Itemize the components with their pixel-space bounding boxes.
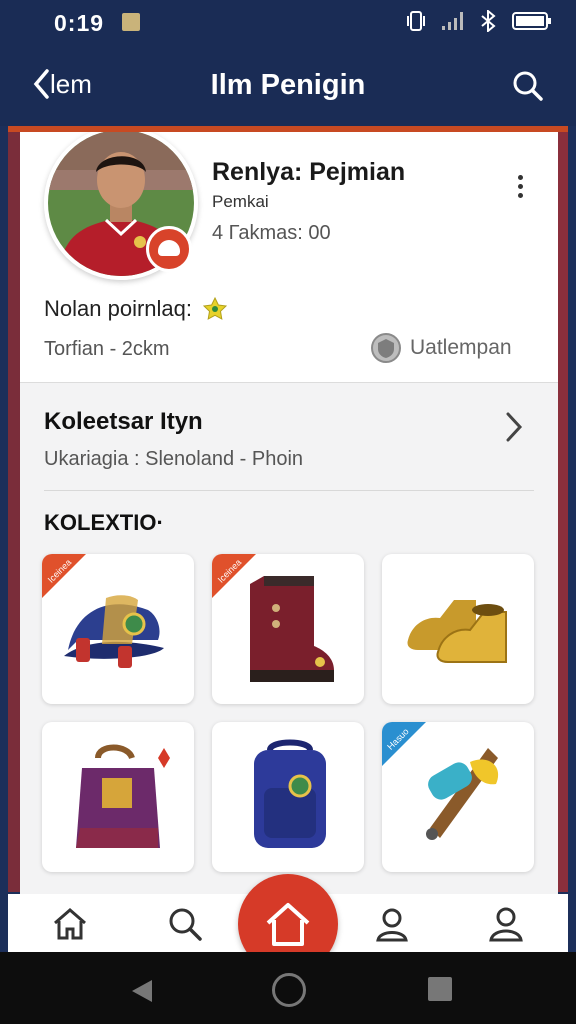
status-bar: 0:19 <box>0 0 576 48</box>
level-row: Nolan poirnlaq: <box>44 296 228 322</box>
item-tile-golden-shoes[interactable] <box>382 554 534 704</box>
recents-square-icon[interactable] <box>428 977 452 1001</box>
boot-icon <box>250 576 334 682</box>
search-icon <box>513 71 543 101</box>
profile-role: Pemkai <box>212 192 269 211</box>
item-tile-backpack[interactable] <box>212 722 364 872</box>
bag-icon <box>76 744 170 848</box>
level-label: Nolan poirnlaq: <box>44 296 192 321</box>
more-options-button[interactable] <box>510 172 530 212</box>
item-tile-cap[interactable]: Iceinea <box>42 554 194 704</box>
pen-tool-icon <box>426 748 499 840</box>
status-time: 0:19 <box>54 10 105 36</box>
item-tile-bag[interactable] <box>42 722 194 872</box>
back-triangle-icon[interactable] <box>130 978 154 1004</box>
page-title: Ilm Penigin <box>210 69 366 101</box>
system-nav-bar <box>0 952 576 1024</box>
profile-followers: 4 Гаkmas: 00 <box>212 222 331 244</box>
club-link[interactable]: Uatlempan <box>370 332 512 364</box>
app-bar: lem Ilm Penigin <box>0 48 576 126</box>
collection-title: Koleetsar Ityn <box>44 408 203 435</box>
avatar-badge <box>146 226 192 272</box>
search-icon <box>169 908 202 941</box>
item-tile-boot[interactable]: Iceinea <box>212 554 364 704</box>
search-button[interactable] <box>512 70 544 107</box>
home-circle-icon[interactable] <box>272 973 306 1007</box>
club-name: Uatlempan <box>410 336 512 359</box>
profile-card: Renlya: Pejmian Pemkai 4 Гаkmas: 00 Nola… <box>20 132 558 382</box>
item-tile-pen-tool[interactable]: Hasuo <box>382 722 534 872</box>
signal-icon <box>442 12 463 30</box>
side-decoration-right <box>558 132 568 892</box>
backpack-icon <box>254 739 326 848</box>
profile-icon <box>489 907 523 942</box>
cap-icon <box>64 595 164 668</box>
vibrate-icon <box>407 11 425 31</box>
status-icons <box>406 10 552 32</box>
shield-icon <box>371 333 401 363</box>
side-decoration-left <box>8 132 20 892</box>
section-title: KOLEXTIO· <box>44 510 164 535</box>
collection-subtitle: Ukariagia : Slenoland - Phoin <box>44 448 304 470</box>
bluetooth-icon <box>481 10 496 32</box>
battery-icon <box>512 12 551 30</box>
nav-home-small[interactable] <box>48 902 92 946</box>
home-icon <box>54 908 86 940</box>
chevron-right-icon <box>506 412 523 442</box>
nav-profile[interactable] <box>484 902 528 946</box>
profile-location: Torfian - 2ckm <box>44 338 170 360</box>
star-icon <box>202 296 228 320</box>
profile-sheet[interactable]: Renlya: Pejmian Pemkai 4 Гаkmas: 00 Nola… <box>20 132 558 894</box>
divider <box>44 490 534 491</box>
divider <box>20 382 558 383</box>
nav-friends[interactable] <box>370 902 414 946</box>
home-icon <box>266 903 310 946</box>
nav-search[interactable] <box>163 902 207 946</box>
person-icon <box>376 908 408 942</box>
collection-header[interactable]: Koleetsar Ityn Ukariagia : Slenoland - P… <box>20 384 558 488</box>
profile-name: Renlya: Pejmian <box>212 158 406 186</box>
app-notification-icon <box>122 13 140 31</box>
golden-shoes-icon <box>407 600 507 663</box>
